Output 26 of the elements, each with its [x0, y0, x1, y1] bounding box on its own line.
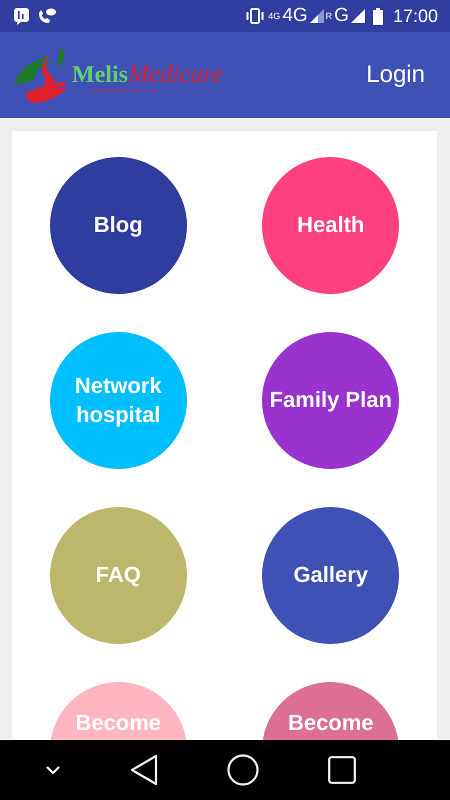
brand-name: Melis	[72, 62, 128, 88]
menu-tile[interactable]: Family Plan	[262, 332, 400, 469]
roaming-label: R	[326, 11, 332, 21]
vibrate-icon	[244, 8, 266, 24]
network-type-label: 4G	[268, 11, 280, 21]
menu-tile[interactable]: Health	[262, 157, 400, 294]
chat-app-icon	[13, 7, 31, 25]
signal-icon	[310, 9, 324, 23]
menu-tile[interactable]: Become	[262, 682, 400, 740]
battery-icon	[372, 8, 383, 24]
signal-icon	[350, 9, 365, 23]
network-type-label: G	[334, 5, 349, 27]
back-icon[interactable]	[130, 754, 158, 786]
phone-chat-icon	[37, 7, 57, 25]
menu-tile[interactable]: FAQ	[50, 507, 187, 644]
menu-tile[interactable]: Network hospital	[50, 332, 187, 469]
menu-tile[interactable]: Gallery	[262, 507, 400, 644]
brand-name: Medicare	[128, 60, 223, 88]
login-button[interactable]: Login	[366, 57, 425, 93]
hands-logo-icon	[12, 45, 70, 105]
recents-icon[interactable]	[328, 756, 356, 784]
network-type-label: 4G	[282, 5, 308, 27]
home-icon[interactable]	[226, 754, 258, 786]
clock: 17:00	[392, 6, 438, 26]
chevron-down-icon[interactable]	[44, 765, 60, 775]
menu-tile[interactable]: Blog	[50, 157, 187, 294]
